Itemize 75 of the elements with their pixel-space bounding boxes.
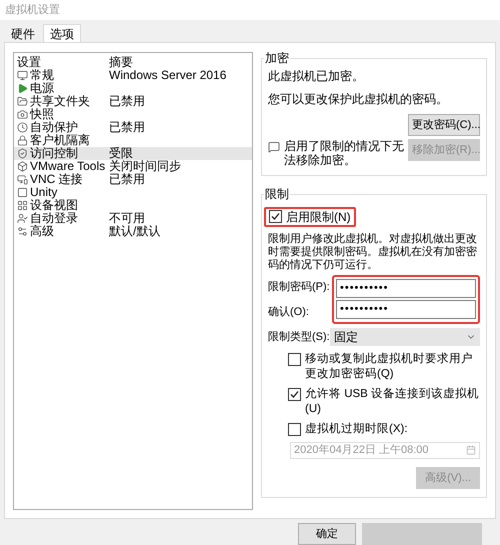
setting-name: 客户机隔离	[30, 134, 90, 147]
settings-row[interactable]: 设备视图	[14, 198, 252, 212]
note-text: 启用了限制的情况下无法移除加密。	[284, 138, 404, 167]
checkbox-label: 移动或复制此虚拟机时要求用户更改加密密码(Q)	[305, 352, 474, 382]
settings-row[interactable]: 自动保护 已禁用	[14, 120, 252, 134]
settings-row[interactable]: 电源	[14, 82, 252, 95]
settings-row[interactable]: VNC 连接 已禁用	[14, 172, 252, 186]
setting-summary: 已禁用	[109, 172, 145, 186]
checkbox[interactable]	[288, 422, 301, 436]
setting-icon	[17, 70, 28, 81]
column-header: 设置	[17, 54, 42, 69]
setting-icon	[17, 148, 28, 159]
play-icon	[17, 82, 28, 94]
type-dropdown[interactable]: 固定	[330, 328, 480, 346]
setting-icon	[17, 160, 28, 172]
setting-icon	[17, 122, 28, 133]
status-text: 此虚拟机已加密。	[268, 68, 365, 83]
field-label: 限制类型(S):	[268, 330, 330, 345]
setting-summary: 已禁用	[109, 94, 145, 108]
checkbox[interactable]	[269, 210, 282, 224]
window-title: 虚拟机设置	[5, 2, 60, 18]
setting-summary: 不可用	[109, 212, 145, 225]
setting-icon	[17, 108, 28, 120]
setting-icon	[17, 174, 28, 185]
setting-name: 高级	[30, 224, 54, 238]
tab[interactable]: 选项	[43, 24, 81, 42]
settings-row[interactable]: Unity	[14, 186, 252, 199]
setting-icon	[17, 186, 28, 198]
description-text: 限制用户修改此虚拟机。对虚拟机做出更改时需要提供限制密码。虚拟机在没有加密密码的情况下仍可运行。	[268, 232, 478, 272]
password-field[interactable]: ••••••••••	[336, 278, 476, 298]
checkbox-label: 虚拟机过期时限(X):	[305, 422, 408, 437]
calendar-icon	[466, 445, 476, 456]
checkbox-label: 启用限制(N)	[286, 208, 351, 226]
checkbox[interactable]	[288, 388, 301, 401]
settings-row[interactable]: 自动登录 不可用	[14, 212, 252, 225]
setting-icon	[17, 134, 28, 146]
setting-name: 常规	[30, 68, 54, 82]
field-label: 限制密码(P):	[268, 280, 331, 295]
setting-summary: 默认/默认	[109, 224, 160, 238]
comment-icon	[268, 140, 280, 153]
group-title: 加密	[264, 50, 290, 65]
setting-summary: 已禁用	[109, 120, 145, 134]
dialog-button[interactable]: 确定	[298, 523, 356, 545]
setting-name: 电源	[30, 82, 54, 95]
setting-name: Unity	[30, 186, 58, 199]
password-field[interactable]: ••••••••••	[336, 300, 476, 319]
setting-name: 自动登录	[30, 212, 78, 225]
setting-name: 共享文件夹	[30, 94, 90, 108]
setting-name: 快照	[30, 108, 54, 121]
setting-summary: Windows Server 2016	[109, 68, 226, 82]
setting-icon	[17, 212, 28, 224]
dialog-button[interactable]: 更改密码(C)...	[408, 114, 480, 136]
checkbox-label: 允许将 USB 设备连接到该虚拟机(U)	[305, 386, 480, 417]
settings-row[interactable]: 共享文件夹 已禁用	[14, 94, 252, 108]
settings-row[interactable]: 访问控制 受限	[14, 146, 252, 160]
setting-summary: 受限	[109, 146, 133, 160]
setting-icon	[17, 96, 28, 107]
column-header: 摘要	[109, 54, 133, 70]
settings-row[interactable]: 客户机隔离	[14, 134, 252, 147]
setting-icon	[17, 226, 28, 237]
setting-name: 设备视图	[30, 198, 78, 212]
setting-summary: 关闭时间同步	[109, 160, 181, 173]
setting-name: 自动保护	[30, 120, 78, 134]
group-title: 限制	[264, 186, 290, 201]
setting-name: 访问控制	[30, 146, 78, 160]
settings-row[interactable]: 高级 默认/默认	[14, 224, 252, 238]
settings-row[interactable]: 常规 Windows Server 2016	[14, 68, 252, 82]
settings-row[interactable]: VMware Tools 关闭时间同步	[14, 160, 252, 173]
checkbox[interactable]	[288, 352, 301, 366]
hint-text: 您可以更改保护此虚拟机的密码。	[268, 92, 449, 106]
setting-name: VNC 连接	[30, 172, 83, 186]
settings-row[interactable]: 快照	[14, 108, 252, 121]
setting-name: VMware Tools	[30, 160, 106, 173]
field-label: 确认(O):	[268, 304, 310, 320]
setting-icon	[17, 200, 28, 211]
